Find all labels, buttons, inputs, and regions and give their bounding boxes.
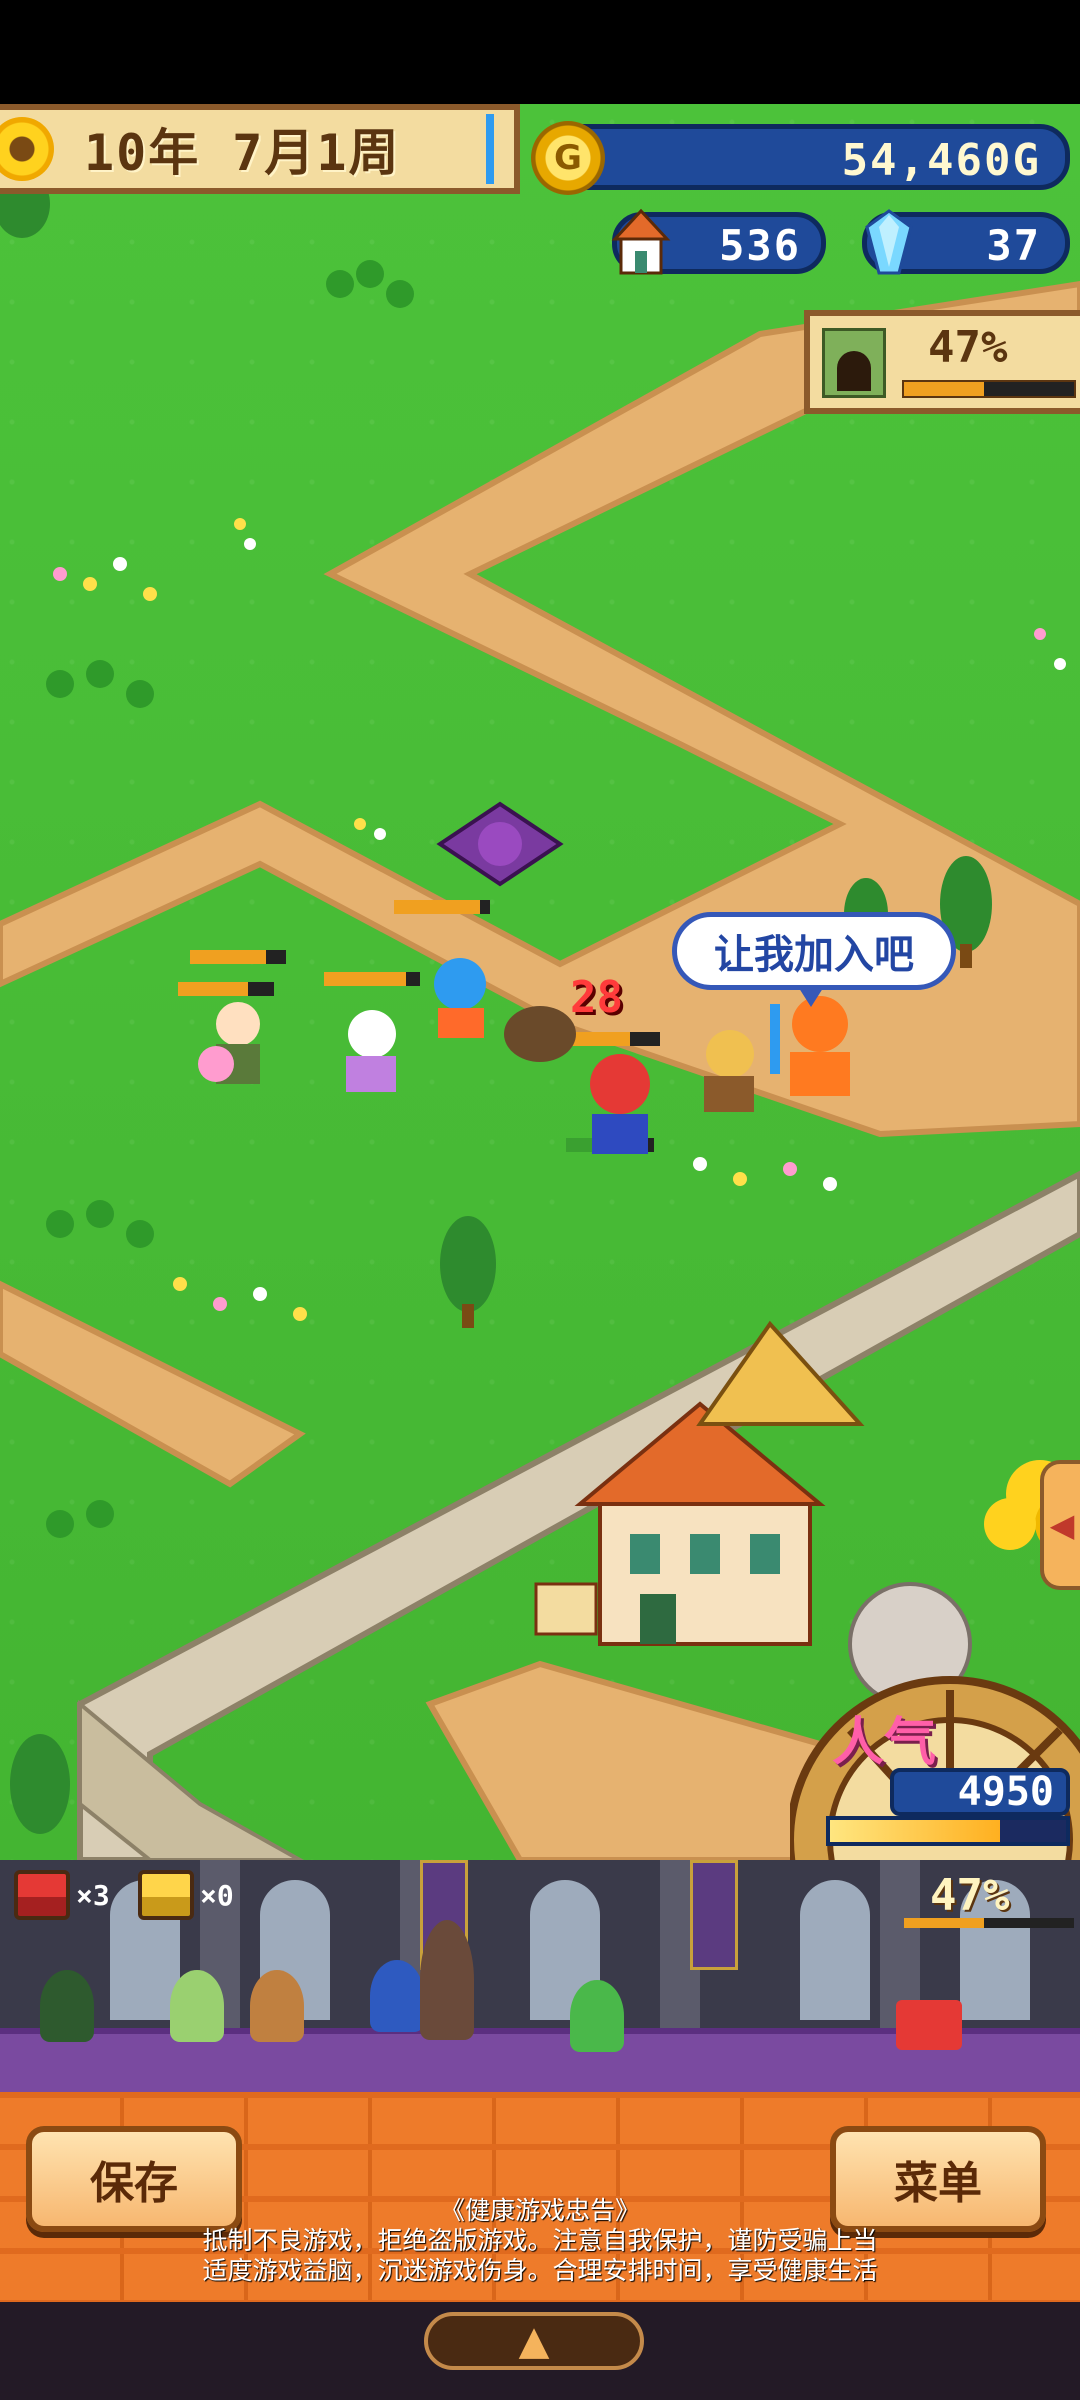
gold-chest-icon <box>138 1870 194 1920</box>
dungeon-progress-panel[interactable]: 47% <box>804 310 1080 414</box>
hero-character[interactable] <box>370 1960 424 2032</box>
crystal-icon <box>865 209 913 275</box>
dungeon-progress-fill <box>904 382 984 396</box>
expand-panel-button[interactable]: ▲ <box>424 2312 644 2370</box>
caret-up-icon: ▲ <box>518 2318 550 2364</box>
gem-count: 37 <box>986 221 1041 270</box>
hall-window <box>800 1880 870 2020</box>
red-chest-counter[interactable]: ×3 <box>14 1870 110 1920</box>
hero-character[interactable] <box>570 1980 624 2052</box>
gold-amount: 54,460G <box>841 135 1041 186</box>
gold-chest-count: ×0 <box>200 1878 234 1912</box>
dirt-path-town <box>425 1660 823 1860</box>
population-count: 536 <box>719 221 801 270</box>
hall-progress-fill <box>904 1918 984 1928</box>
damage-number: 28 <box>570 972 623 1023</box>
population-panel[interactable]: 536 <box>611 208 826 275</box>
red-chest-count: ×3 <box>76 1878 110 1912</box>
health-notice: 《健康游戏忠告》 抵制不良游戏，拒绝盗版游戏。注意自我保护，谨防受骗上当 适度游… <box>150 2196 930 2286</box>
game-screen: { "hud": { "date": "10年 7月1周", "gold": "… <box>0 0 1080 2400</box>
chevron-left-icon: ◀ <box>1049 1506 1075 1544</box>
hall-banner <box>690 1860 738 1970</box>
status-bar <box>0 0 1080 104</box>
hero-character[interactable] <box>170 1970 224 2042</box>
side-panel-toggle[interactable]: ◀ <box>1040 1460 1080 1590</box>
popularity-meter-fill <box>830 1820 1000 1842</box>
date-divider <box>486 114 494 184</box>
town-house-icon <box>611 208 671 275</box>
health-notice-line-2: 适度游戏益脑，沉迷游戏伤身。合理安排时间，享受健康生活 <box>202 2256 878 2285</box>
hero-character[interactable] <box>250 1970 304 2042</box>
dungeon-progress-bar <box>902 380 1076 398</box>
hero-character[interactable] <box>420 1920 474 2040</box>
gold-coin-symbol: G <box>554 138 582 178</box>
red-chest-icon <box>14 1870 70 1920</box>
health-notice-line-1: 抵制不良游戏，拒绝盗版游戏。注意自我保护，谨防受骗上当 <box>202 2226 878 2255</box>
date-panel[interactable]: 10年 7月1周 <box>0 104 520 194</box>
dungeon-progress-label: 47% <box>928 322 1008 373</box>
treasure-chest[interactable] <box>896 2000 962 2050</box>
popularity-meter <box>826 1816 1070 1846</box>
sunflower-icon <box>0 117 54 181</box>
cave-icon <box>822 328 886 398</box>
dirt-path-lower <box>0 1280 306 1488</box>
hall-progress-bar <box>904 1918 1074 1928</box>
health-notice-title: 《健康游戏忠告》 <box>439 2196 640 2225</box>
hall-progress-label: 47% <box>930 1870 1010 1921</box>
gem-panel[interactable]: 37 <box>862 209 1070 275</box>
gold-coin-icon: G <box>531 121 605 195</box>
speech-bubble: 让我加入吧 <box>672 912 956 1007</box>
bat-monster[interactable] <box>436 801 564 887</box>
game-date: 10年 7月1周 <box>84 124 401 182</box>
gold-panel[interactable]: G 54,460G <box>531 121 1070 195</box>
popularity-label: 人气 <box>832 1713 937 1773</box>
gold-chest-counter[interactable]: ×0 <box>138 1870 234 1920</box>
popularity-score: 4950 <box>890 1768 1070 1816</box>
hero-character[interactable] <box>40 1970 94 2042</box>
